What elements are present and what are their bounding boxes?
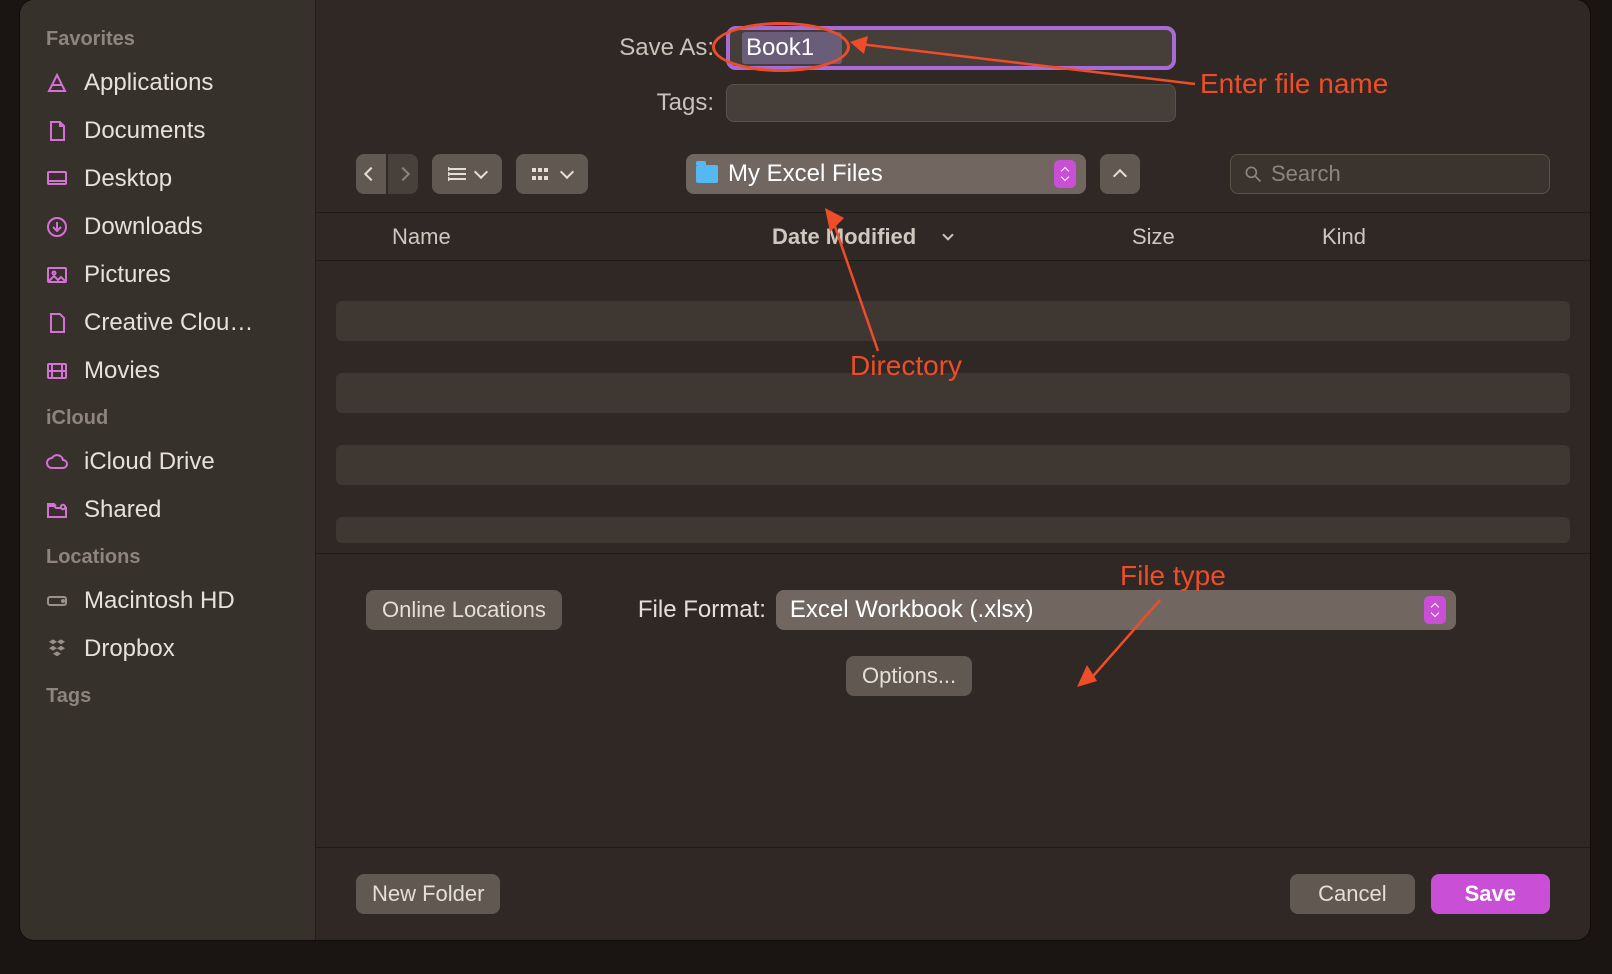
folder-icon <box>696 165 718 183</box>
pictures-icon <box>44 262 70 288</box>
form-area: Save As: Tags: <box>316 0 1590 140</box>
column-date-modified[interactable]: Date Modified <box>772 224 1132 250</box>
list-item[interactable] <box>336 301 1570 341</box>
column-kind[interactable]: Kind <box>1322 224 1550 250</box>
sidebar-item-shared[interactable]: Shared <box>32 486 307 534</box>
chevron-up-icon <box>1113 169 1127 183</box>
tags-label: Tags: <box>356 89 726 117</box>
back-button[interactable] <box>356 154 386 194</box>
dropbox-icon <box>44 636 70 662</box>
save-as-label: Save As: <box>356 34 726 62</box>
cancel-button[interactable]: Cancel <box>1290 874 1414 914</box>
sidebar-item-macintosh-hd[interactable]: Macintosh HD <box>32 577 307 625</box>
online-locations-button[interactable]: Online Locations <box>366 590 562 630</box>
sidebar-item-label: iCloud Drive <box>84 448 215 476</box>
document-icon <box>44 118 70 144</box>
tags-input[interactable] <box>726 84 1176 122</box>
directory-label: My Excel Files <box>728 160 1044 188</box>
sidebar-section-icloud: iCloud <box>32 395 307 438</box>
list-icon <box>448 166 468 182</box>
forward-button[interactable] <box>388 154 418 194</box>
column-size[interactable]: Size <box>1132 224 1322 250</box>
action-bar: New Folder Cancel Save <box>316 847 1590 940</box>
save-as-input[interactable] <box>742 32 842 64</box>
new-folder-button[interactable]: New Folder <box>356 874 500 914</box>
sidebar-item-label: Applications <box>84 69 213 97</box>
sidebar-section-locations: Locations <box>32 534 307 577</box>
group-view-button[interactable] <box>516 154 588 194</box>
directory-dropdown[interactable]: My Excel Files <box>686 154 1086 194</box>
sidebar-item-icloud-drive[interactable]: iCloud Drive <box>32 438 307 486</box>
toolbar: My Excel Files Search <box>316 140 1590 213</box>
sidebar-item-dropbox[interactable]: Dropbox <box>32 625 307 673</box>
chevron-down-icon <box>560 165 574 179</box>
sidebar-item-label: Creative Clou… <box>84 309 253 337</box>
save-button[interactable]: Save <box>1431 874 1550 914</box>
updown-stepper-icon <box>1054 160 1076 188</box>
sidebar-item-documents[interactable]: Documents <box>32 107 307 155</box>
list-item[interactable] <box>336 373 1570 413</box>
sidebar-item-label: Macintosh HD <box>84 587 235 615</box>
search-icon <box>1243 164 1263 184</box>
column-name[interactable]: Name <box>392 224 772 250</box>
sidebar-item-label: Downloads <box>84 213 203 241</box>
collapse-button[interactable] <box>1100 154 1140 194</box>
file-icon <box>44 310 70 336</box>
sidebar-item-pictures[interactable]: Pictures <box>32 251 307 299</box>
main-panel: Save As: Tags: <box>316 0 1590 940</box>
chevron-down-icon <box>474 165 488 179</box>
sidebar-item-label: Desktop <box>84 165 172 193</box>
sidebar-item-label: Pictures <box>84 261 171 289</box>
sort-desc-icon <box>943 229 954 240</box>
sidebar-item-creative-cloud[interactable]: Creative Clou… <box>32 299 307 347</box>
list-view-button[interactable] <box>432 154 502 194</box>
sidebar-section-favorites: Favorites <box>32 16 307 59</box>
nav-back-forward <box>356 154 418 194</box>
sidebar-item-applications[interactable]: Applications <box>32 59 307 107</box>
list-item[interactable] <box>336 517 1570 543</box>
list-item[interactable] <box>336 445 1570 485</box>
movies-icon <box>44 358 70 384</box>
applications-icon <box>44 70 70 96</box>
file-format-label: File Format: <box>638 596 766 624</box>
file-list <box>316 261 1590 553</box>
file-format-dropdown[interactable]: Excel Workbook (.xlsx) <box>776 590 1456 630</box>
save-dialog: Favorites Applications Documents Desktop… <box>20 0 1590 940</box>
sidebar-item-desktop[interactable]: Desktop <box>32 155 307 203</box>
updown-stepper-icon <box>1424 596 1446 624</box>
column-headers: Name Date Modified Size Kind <box>316 213 1590 261</box>
search-placeholder: Search <box>1271 161 1341 187</box>
sidebar-item-downloads[interactable]: Downloads <box>32 203 307 251</box>
sidebar-section-tags: Tags <box>32 673 307 716</box>
shared-folder-icon <box>44 497 70 523</box>
bottom-panel: Online Locations File Format: Excel Work… <box>316 553 1590 716</box>
group-icon <box>532 166 554 182</box>
sidebar-item-movies[interactable]: Movies <box>32 347 307 395</box>
sidebar: Favorites Applications Documents Desktop… <box>20 0 316 940</box>
sidebar-item-label: Movies <box>84 357 160 385</box>
sidebar-item-label: Shared <box>84 496 161 524</box>
search-input[interactable]: Search <box>1230 154 1550 194</box>
save-as-field-wrap <box>726 26 1176 70</box>
sidebar-item-label: Dropbox <box>84 635 175 663</box>
file-format-value: Excel Workbook (.xlsx) <box>786 596 1424 624</box>
hdd-icon <box>44 588 70 614</box>
cloud-icon <box>44 449 70 475</box>
chevron-left-icon <box>364 167 378 181</box>
sidebar-item-label: Documents <box>84 117 205 145</box>
downloads-icon <box>44 214 70 240</box>
chevron-right-icon <box>396 167 410 181</box>
options-button[interactable]: Options... <box>846 656 972 696</box>
desktop-icon <box>44 166 70 192</box>
